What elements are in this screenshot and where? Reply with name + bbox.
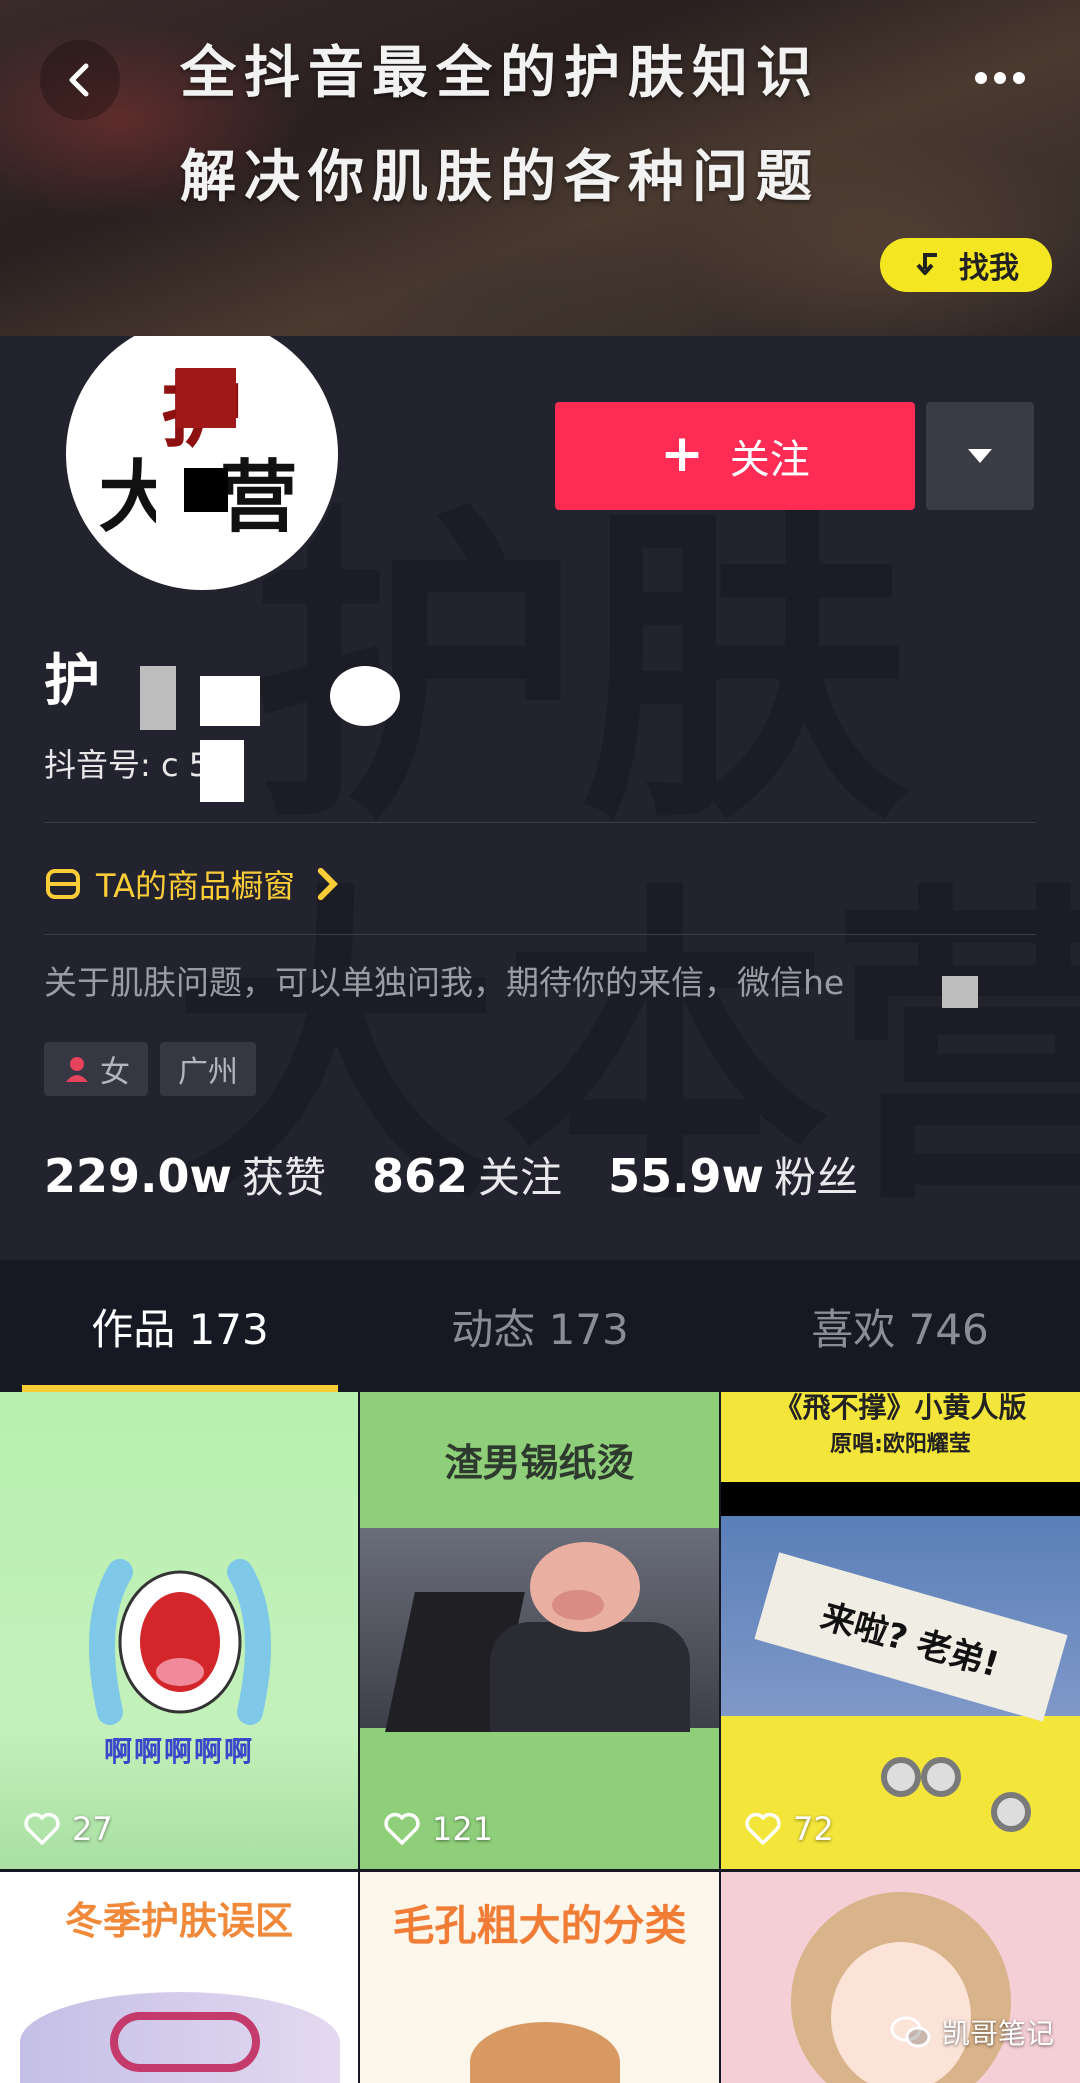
bio-text: 关于肌肤问题，可以单独问我，期待你的来信，微信he: [44, 963, 845, 1002]
nickname-mosaic: [330, 666, 400, 726]
tab-activity[interactable]: 动态 173: [360, 1260, 720, 1392]
stat-followers-label: 粉丝: [774, 1153, 859, 1202]
stat-followers[interactable]: 55.9w 粉丝: [608, 1144, 858, 1205]
glasses-image: [110, 2012, 260, 2072]
video-band: [721, 1482, 1080, 1516]
chevron-right-icon: [317, 867, 338, 901]
video-header: 《飛不撑》小黄人版 原唱:欧阳耀莹: [721, 1392, 1080, 1482]
like-count: 27: [22, 1809, 113, 1849]
pig-snout-image: [552, 1590, 604, 1620]
back-button[interactable]: [40, 40, 120, 120]
turn-arrow-icon: [916, 253, 937, 275]
tab-likes[interactable]: 喜欢 746: [720, 1260, 1080, 1392]
video-thumbnail[interactable]: 啊啊啊啊啊 27: [0, 1392, 358, 1869]
tab-works[interactable]: 作品 173: [0, 1260, 360, 1392]
like-count-value: 121: [432, 1810, 494, 1848]
profile-section: 护肤 大本营 护 大 营 + 关注 护 抖音号: c 5 TA的商品橱窗 关于肌…: [0, 336, 1080, 1391]
stat-following-count: 862: [372, 1149, 469, 1203]
character-hair-image: [470, 2022, 620, 2083]
video-caption: 渣男锡纸烫: [444, 1441, 635, 1485]
gender-tag: 女: [44, 1042, 148, 1096]
content-tabs: 作品 173 动态 173 喜欢 746: [0, 1260, 1080, 1392]
banner-text-line-2: 解决你肌肤的各种问题: [180, 145, 820, 210]
heart-outline-icon: [745, 1812, 781, 1845]
banner-text-line-1: 全抖音最全的护肤知识: [180, 41, 820, 106]
stat-following[interactable]: 862 关注: [372, 1144, 562, 1205]
like-count-value: 27: [72, 1810, 113, 1848]
stat-following-label: 关注: [478, 1153, 563, 1202]
heart-outline-icon: [384, 1812, 420, 1845]
avatar-mosaic: [156, 468, 184, 538]
more-dots-icon: [975, 72, 1025, 84]
avatar-mosaic: [184, 468, 228, 512]
find-me-button[interactable]: 找我: [880, 238, 1052, 292]
plus-icon: +: [660, 424, 704, 484]
douyin-id-mosaic: [200, 740, 244, 802]
profile-tags: 女 广州: [44, 1042, 256, 1096]
gender-label: 女: [100, 1055, 130, 1090]
like-count-value: 72: [793, 1810, 834, 1848]
nickname: 护: [44, 649, 100, 714]
like-count: 72: [743, 1809, 834, 1849]
triangle-down-icon: [968, 449, 992, 463]
divider: [44, 934, 1036, 935]
nickname-mosaic: [140, 666, 176, 730]
like-count: 121: [382, 1809, 493, 1849]
more-button[interactable]: [960, 48, 1040, 108]
stat-likes-count: 229.0w: [44, 1149, 232, 1203]
video-subcaption: 原唱:欧阳耀莹: [830, 1432, 971, 1457]
bio-mosaic: [942, 976, 978, 1008]
video-caption: 毛孔粗大的分类: [392, 1901, 687, 1950]
video-thumbnail[interactable]: 渣男锡纸烫 121: [360, 1392, 719, 1869]
wechat-icon: [890, 2016, 931, 2048]
douyin-id: 抖音号: c 5: [44, 746, 210, 784]
follow-button[interactable]: + 关注: [555, 402, 915, 510]
video-thumbnail[interactable]: 冬季护肤误区: [0, 1872, 358, 2083]
minion-eye: [921, 1757, 961, 1797]
video-caption: 啊啊啊啊啊: [103, 1735, 254, 1768]
chevron-left-icon: [69, 63, 89, 97]
video-thumbnail[interactable]: 毛孔粗大的分类: [360, 1872, 719, 2083]
stat-followers-count: 55.9w: [608, 1149, 765, 1203]
nickname-mosaic: [200, 676, 260, 726]
video-caption: 冬季护肤误区: [64, 1899, 293, 1943]
minion-eye: [991, 1792, 1031, 1832]
video-grid: 啊啊啊啊啊 27 渣男锡纸烫 121 《飛不撑》小黄人版 原唱:欧阳耀莹 来啦?…: [0, 1392, 1080, 2083]
find-me-label: 找我: [959, 251, 1019, 286]
crying-cartoon-image: [89, 1559, 271, 1725]
product-showcase-link[interactable]: TA的商品橱窗: [44, 856, 347, 912]
person-image: [490, 1622, 690, 1732]
avatar-mosaic: [176, 368, 236, 428]
video-thumbnail[interactable]: 《飛不撑》小黄人版 原唱:欧阳耀莹 来啦? 老弟! 72: [721, 1392, 1080, 1869]
minion-eye: [881, 1757, 921, 1797]
wechat-watermark: 凯哥笔记: [890, 2012, 1054, 2052]
location-label: 广州: [178, 1055, 238, 1090]
profile-banner: 全抖音最全的护肤知识 解决你肌肤的各种问题 找我: [0, 0, 1080, 336]
wechat-watermark-text: 凯哥笔记: [942, 2017, 1055, 2050]
stat-likes: 229.0w 获赞: [44, 1144, 326, 1205]
profile-stats: 229.0w 获赞 862 关注 55.9w 粉丝: [44, 1144, 858, 1205]
recommend-dropdown-button[interactable]: [926, 402, 1034, 510]
product-showcase-label: TA的商品橱窗: [96, 867, 295, 905]
divider: [44, 822, 1036, 823]
shop-window-icon: [46, 869, 80, 899]
stat-likes-label: 获赞: [242, 1153, 327, 1202]
avatar[interactable]: 护 大 营: [62, 336, 342, 594]
follow-label: 关注: [729, 437, 810, 483]
heart-outline-icon: [24, 1812, 60, 1845]
video-caption: 《飛不撑》小黄人版: [774, 1392, 1027, 1424]
female-icon: [66, 1057, 88, 1082]
location-tag: 广州: [160, 1042, 256, 1096]
